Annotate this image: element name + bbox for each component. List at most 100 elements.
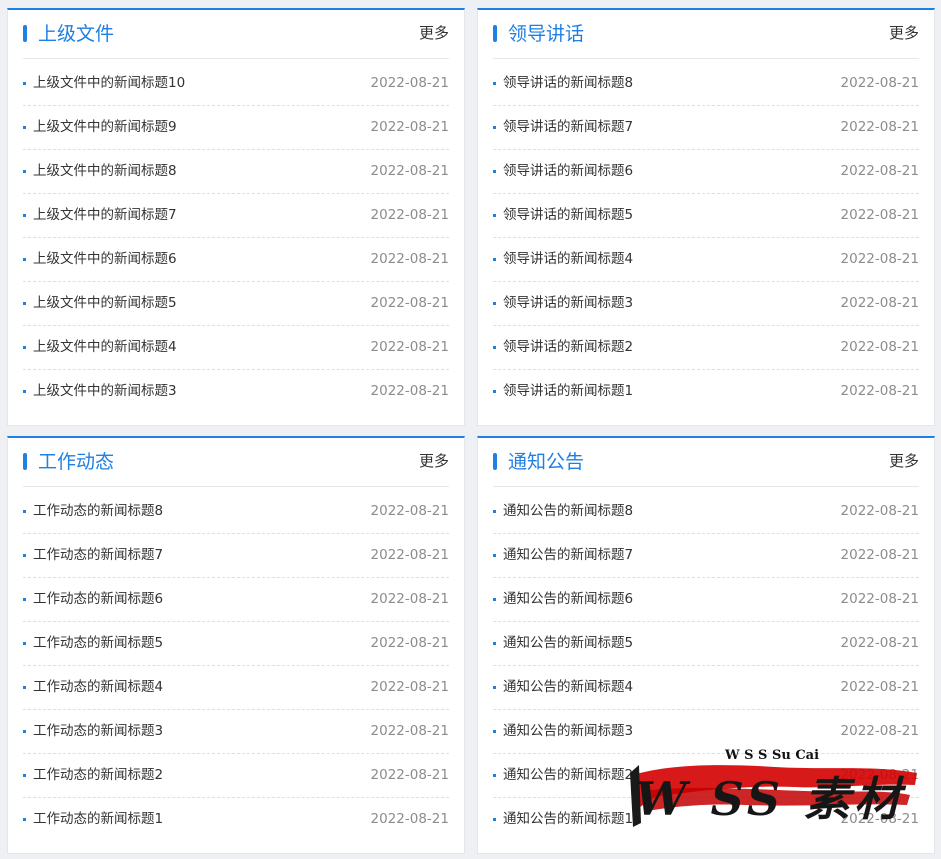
news-title[interactable]: 工作动态的新闻标题2 (33, 766, 163, 784)
more-link[interactable]: 更多 (419, 23, 449, 43)
news-date: 2022-08-21 (370, 503, 449, 519)
news-item[interactable]: 工作动态的新闻标题1 2022-08-21 (23, 798, 449, 841)
news-item[interactable]: 通知公告的新闻标题7 2022-08-21 (493, 534, 919, 578)
news-title[interactable]: 领导讲话的新闻标题3 (503, 294, 633, 312)
news-item[interactable]: 领导讲话的新闻标题8 2022-08-21 (493, 62, 919, 106)
more-link[interactable]: 更多 (889, 23, 919, 43)
panel-title: 领导讲话 (508, 23, 585, 45)
news-title[interactable]: 上级文件中的新闻标题4 (33, 338, 177, 356)
bullet-icon (23, 302, 26, 305)
news-item[interactable]: 上级文件中的新闻标题4 2022-08-21 (23, 326, 449, 370)
news-item[interactable]: 工作动态的新闻标题4 2022-08-21 (23, 666, 449, 710)
news-date: 2022-08-21 (840, 635, 919, 651)
news-title[interactable]: 工作动态的新闻标题8 (33, 502, 163, 520)
news-title[interactable]: 工作动态的新闻标题3 (33, 722, 163, 740)
panel-upper-documents: 上级文件 更多 上级文件中的新闻标题10 2022-08-21 上级文件中的新闻标… (7, 8, 465, 426)
news-date: 2022-08-21 (370, 635, 449, 651)
news-item[interactable]: 上级文件中的新闻标题3 2022-08-21 (23, 370, 449, 413)
news-title[interactable]: 通知公告的新闻标题8 (503, 502, 633, 520)
news-date: 2022-08-21 (840, 547, 919, 563)
news-item[interactable]: 通知公告的新闻标题8 2022-08-21 (493, 490, 919, 534)
news-title[interactable]: 上级文件中的新闻标题9 (33, 118, 177, 136)
news-item[interactable]: 通知公告的新闻标题5 2022-08-21 (493, 622, 919, 666)
news-title[interactable]: 工作动态的新闻标题5 (33, 634, 163, 652)
news-item[interactable]: 工作动态的新闻标题8 2022-08-21 (23, 490, 449, 534)
bullet-icon (493, 554, 496, 557)
news-item[interactable]: 领导讲话的新闻标题7 2022-08-21 (493, 106, 919, 150)
more-link[interactable]: 更多 (419, 451, 449, 471)
news-title[interactable]: 工作动态的新闻标题6 (33, 590, 163, 608)
news-title[interactable]: 通知公告的新闻标题6 (503, 590, 633, 608)
news-item[interactable]: 上级文件中的新闻标题9 2022-08-21 (23, 106, 449, 150)
bullet-icon (493, 598, 496, 601)
bullet-icon (23, 510, 26, 513)
news-item[interactable]: 领导讲话的新闻标题1 2022-08-21 (493, 370, 919, 413)
news-title[interactable]: 领导讲话的新闻标题6 (503, 162, 633, 180)
news-item[interactable]: 领导讲话的新闻标题4 2022-08-21 (493, 238, 919, 282)
news-title[interactable]: 通知公告的新闻标题5 (503, 634, 633, 652)
news-item[interactable]: 工作动态的新闻标题2 2022-08-21 (23, 754, 449, 798)
news-title[interactable]: 上级文件中的新闻标题3 (33, 382, 177, 400)
news-item[interactable]: 通知公告的新闻标题3 2022-08-21 (493, 710, 919, 754)
news-title[interactable]: 通知公告的新闻标题7 (503, 546, 633, 564)
news-item[interactable]: 领导讲话的新闻标题5 2022-08-21 (493, 194, 919, 238)
news-item[interactable]: 通知公告的新闻标题6 2022-08-21 (493, 578, 919, 622)
news-title[interactable]: 通知公告的新闻标题3 (503, 722, 633, 740)
news-date: 2022-08-21 (370, 383, 449, 399)
news-date: 2022-08-21 (840, 119, 919, 135)
news-date: 2022-08-21 (840, 251, 919, 267)
news-item[interactable]: 上级文件中的新闻标题7 2022-08-21 (23, 194, 449, 238)
bullet-icon (23, 170, 26, 173)
news-title[interactable]: 通知公告的新闻标题4 (503, 678, 633, 696)
news-date: 2022-08-21 (840, 723, 919, 739)
news-item[interactable]: 领导讲话的新闻标题2 2022-08-21 (493, 326, 919, 370)
news-title[interactable]: 上级文件中的新闻标题8 (33, 162, 177, 180)
news-item[interactable]: 工作动态的新闻标题3 2022-08-21 (23, 710, 449, 754)
news-item[interactable]: 通知公告的新闻标题2 2022-08-21 (493, 754, 919, 798)
more-link[interactable]: 更多 (889, 451, 919, 471)
bullet-icon (493, 642, 496, 645)
news-list: 工作动态的新闻标题8 2022-08-21 工作动态的新闻标题7 2022-08-2… (23, 490, 449, 841)
news-item[interactable]: 领导讲话的新闻标题3 2022-08-21 (493, 282, 919, 326)
news-item[interactable]: 工作动态的新闻标题7 2022-08-21 (23, 534, 449, 578)
panel-title: 上级文件 (38, 23, 115, 45)
news-date: 2022-08-21 (840, 503, 919, 519)
bullet-icon (493, 82, 496, 85)
news-title[interactable]: 通知公告的新闻标题1 (503, 810, 633, 828)
news-title[interactable]: 工作动态的新闻标题1 (33, 810, 163, 828)
bullet-icon (493, 390, 496, 393)
news-title[interactable]: 上级文件中的新闻标题5 (33, 294, 177, 312)
news-date: 2022-08-21 (840, 811, 919, 827)
bullet-icon (23, 258, 26, 261)
news-item[interactable]: 通知公告的新闻标题4 2022-08-21 (493, 666, 919, 710)
news-title[interactable]: 领导讲话的新闻标题8 (503, 74, 633, 92)
news-title[interactable]: 上级文件中的新闻标题7 (33, 206, 177, 224)
news-title[interactable]: 工作动态的新闻标题4 (33, 678, 163, 696)
news-title[interactable]: 上级文件中的新闻标题6 (33, 250, 177, 268)
news-title[interactable]: 领导讲话的新闻标题2 (503, 338, 633, 356)
panel-work-updates: 工作动态 更多 工作动态的新闻标题8 2022-08-21 工作动态的新闻标题7 2… (7, 436, 465, 854)
news-title[interactable]: 通知公告的新闻标题2 (503, 766, 633, 784)
bullet-icon (493, 302, 496, 305)
news-title[interactable]: 上级文件中的新闻标题10 (33, 74, 185, 92)
news-title[interactable]: 领导讲话的新闻标题1 (503, 382, 633, 400)
news-item[interactable]: 工作动态的新闻标题6 2022-08-21 (23, 578, 449, 622)
news-title[interactable]: 工作动态的新闻标题7 (33, 546, 163, 564)
news-item[interactable]: 上级文件中的新闻标题10 2022-08-21 (23, 62, 449, 106)
news-item[interactable]: 上级文件中的新闻标题5 2022-08-21 (23, 282, 449, 326)
news-title[interactable]: 领导讲话的新闻标题7 (503, 118, 633, 136)
news-item[interactable]: 通知公告的新闻标题1 2022-08-21 (493, 798, 919, 841)
news-item[interactable]: 领导讲话的新闻标题6 2022-08-21 (493, 150, 919, 194)
panel-header: 上级文件 更多 (23, 10, 449, 59)
bullet-icon (493, 774, 496, 777)
news-item[interactable]: 上级文件中的新闻标题6 2022-08-21 (23, 238, 449, 282)
bullet-icon (23, 686, 26, 689)
bullet-icon (493, 346, 496, 349)
news-date: 2022-08-21 (370, 339, 449, 355)
news-item[interactable]: 工作动态的新闻标题5 2022-08-21 (23, 622, 449, 666)
news-title[interactable]: 领导讲话的新闻标题4 (503, 250, 633, 268)
news-item[interactable]: 上级文件中的新闻标题8 2022-08-21 (23, 150, 449, 194)
news-list: 领导讲话的新闻标题8 2022-08-21 领导讲话的新闻标题7 2022-08-2… (493, 62, 919, 413)
news-date: 2022-08-21 (370, 75, 449, 91)
news-title[interactable]: 领导讲话的新闻标题5 (503, 206, 633, 224)
